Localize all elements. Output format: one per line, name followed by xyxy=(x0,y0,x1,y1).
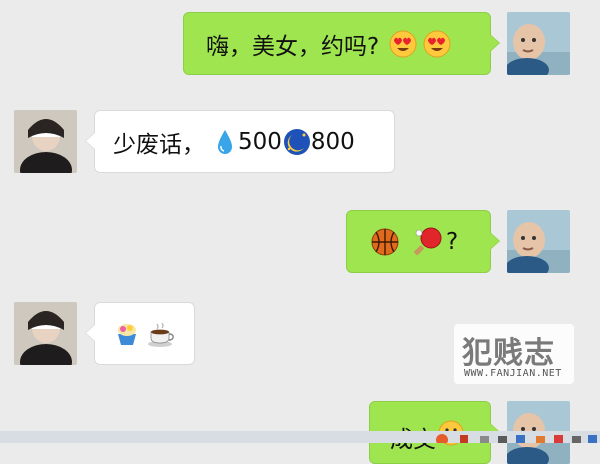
heart-eyes-emoji-icon xyxy=(389,30,417,58)
avatar-me[interactable] xyxy=(507,210,570,273)
heart-eyes-emoji-icon xyxy=(423,30,451,58)
avatar-contact[interactable] xyxy=(14,110,77,173)
ping-pong-emoji-icon xyxy=(413,227,443,257)
message-text: 嗨，美女，约吗? xyxy=(206,33,380,60)
watermark-title: 犯贱志 xyxy=(462,336,555,371)
message-text: ? xyxy=(446,228,459,255)
watermark: 犯贱志 WWW.FANJIAN.NET xyxy=(454,324,574,384)
watermark-subtitle: WWW.FANJIAN.NET xyxy=(464,368,562,379)
avatar-me[interactable] xyxy=(507,12,570,75)
message-bubble-incoming[interactable]: 少废话， 500 800 xyxy=(85,110,395,173)
coffee-emoji-icon xyxy=(147,320,175,348)
system-tray-icons xyxy=(436,434,597,443)
message-bubble-incoming[interactable] xyxy=(85,302,195,365)
amount-value: 800 xyxy=(310,128,355,155)
message-text: 少废话， xyxy=(113,131,205,158)
amount-value: 500 xyxy=(238,128,282,155)
message-bubble-outgoing[interactable]: 嗨，美女，约吗? xyxy=(183,12,500,75)
avatar-contact[interactable] xyxy=(14,302,77,365)
message-bubble-outgoing[interactable]: ? xyxy=(346,210,500,273)
shaved-ice-emoji-icon xyxy=(113,320,141,348)
basketball-emoji-icon xyxy=(370,227,400,257)
moon-face-emoji-icon xyxy=(283,128,311,156)
water-drop-emoji-icon xyxy=(215,128,235,156)
